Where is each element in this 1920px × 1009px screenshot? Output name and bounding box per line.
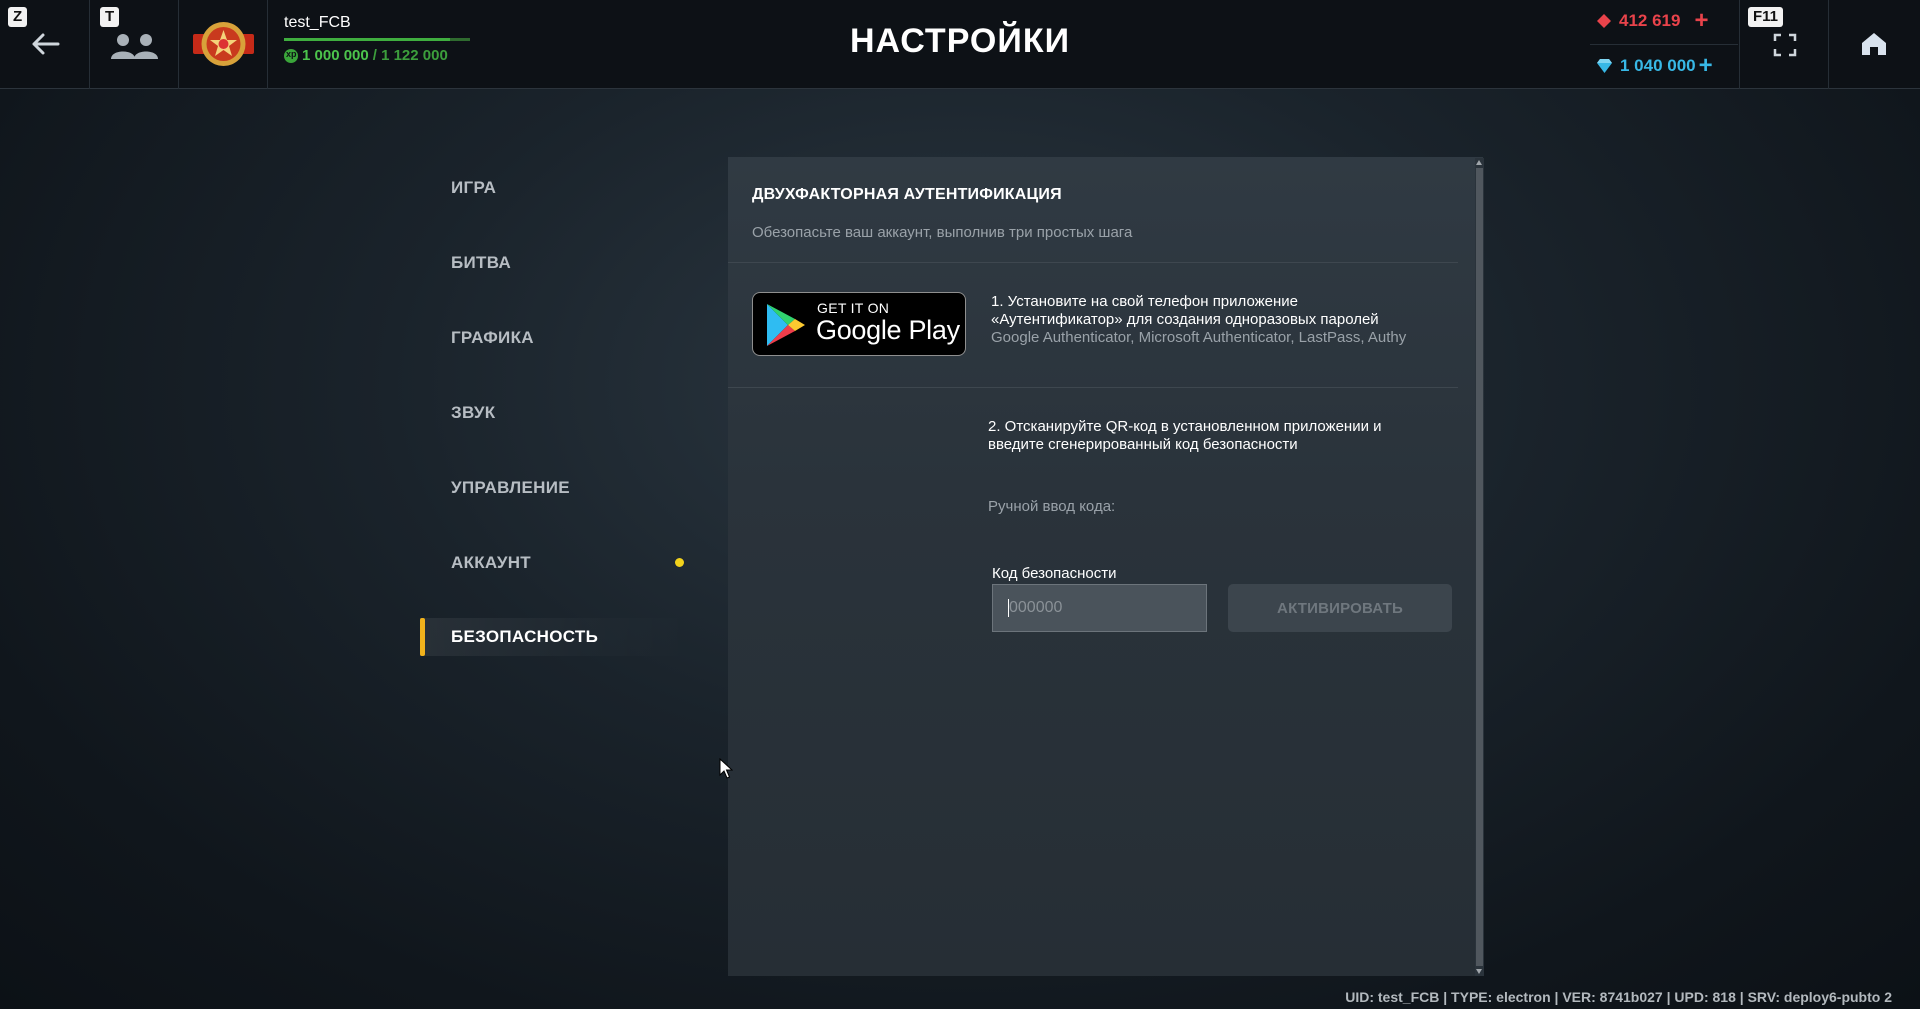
home-icon bbox=[1862, 33, 1886, 55]
step-2-line-1: 2. Отсканируйте QR-код в установленном п… bbox=[988, 418, 1382, 435]
xp-progress-bar bbox=[284, 38, 470, 41]
friends-button[interactable]: T bbox=[90, 0, 179, 89]
xp-current: 1 000 000 bbox=[302, 47, 369, 64]
back-hotkey: Z bbox=[8, 7, 28, 27]
top-bar: Z T test_FCB 1 000 000 / 1 122 000 bbox=[0, 0, 1920, 89]
menu-item-game[interactable]: ИГРА bbox=[420, 150, 690, 225]
fullscreen-button[interactable]: F11 bbox=[1739, 0, 1829, 89]
gold-add-button[interactable]: + bbox=[1694, 9, 1708, 33]
gold-icon bbox=[1597, 14, 1611, 28]
menu-item-controls[interactable]: УПРАВЛЕНИЕ bbox=[420, 450, 690, 525]
gems-balance: 1 040 000 + bbox=[1597, 54, 1713, 78]
gems-add-button[interactable]: + bbox=[1699, 54, 1713, 78]
google-play-button[interactable]: GET IT ON Google Play bbox=[752, 292, 966, 356]
step-1-text: 1. Установите на свой телефон приложение… bbox=[991, 293, 1451, 347]
player-info: test_FCB 1 000 000 / 1 122 000 bbox=[284, 14, 470, 64]
gem-icon bbox=[1597, 59, 1612, 73]
step-2-text: 2. Отсканируйте QR-код в установленном п… bbox=[988, 418, 1428, 454]
scroll-down-arrow-icon[interactable] bbox=[1476, 969, 1482, 974]
menu-item-battle[interactable]: БИТВА bbox=[420, 225, 690, 300]
step-1-line-1: 1. Установите на свой телефон приложение bbox=[991, 293, 1299, 310]
gold-balance: 412 619 + bbox=[1597, 9, 1708, 33]
gems-value: 1 040 000 bbox=[1620, 56, 1696, 75]
manual-entry-label: Ручной ввод кода: bbox=[988, 498, 1116, 515]
gold-value: 412 619 bbox=[1619, 11, 1681, 30]
menu-item-label: УПРАВЛЕНИЕ bbox=[451, 477, 570, 497]
xp-max: / 1 122 000 bbox=[372, 47, 448, 64]
menu-item-security[interactable]: БЕЗОПАСНОСТЬ bbox=[420, 618, 690, 656]
activate-button[interactable]: АКТИВИРОВАТЬ bbox=[1228, 584, 1452, 632]
build-info: UID: test_FCB | TYPE: electron | VER: 87… bbox=[1345, 989, 1892, 1005]
menu-item-label: ГРАФИКА bbox=[451, 327, 534, 347]
step-1-line-2: «Аутентификатор» для создания одноразовы… bbox=[991, 311, 1379, 328]
menu-item-label: БЕЗОПАСНОСТЬ bbox=[451, 627, 599, 646]
settings-menu: ИГРА БИТВА ГРАФИКА ЗВУК УПРАВЛЕНИЕ АККАУ… bbox=[420, 150, 690, 656]
menu-item-label: БИТВА bbox=[451, 252, 512, 272]
notification-dot bbox=[675, 558, 684, 567]
authenticator-apps: Google Authenticator, Microsoft Authenti… bbox=[991, 329, 1407, 346]
security-code-input[interactable] bbox=[992, 584, 1207, 632]
xp-progress-fill bbox=[284, 38, 450, 41]
divider bbox=[728, 387, 1458, 388]
fullscreen-hotkey: F11 bbox=[1748, 7, 1784, 27]
rank-button[interactable] bbox=[179, 0, 268, 89]
menu-item-label: АККАУНТ bbox=[451, 552, 531, 572]
currency-divider bbox=[1590, 44, 1738, 45]
text-caret bbox=[1008, 599, 1009, 617]
mouse-cursor-icon bbox=[719, 758, 733, 779]
security-code-label: Код безопасности bbox=[992, 565, 1117, 582]
google-play-icon bbox=[767, 304, 805, 346]
friends-hotkey: T bbox=[100, 7, 120, 27]
home-button[interactable] bbox=[1829, 0, 1920, 89]
rank-emblem-icon bbox=[193, 22, 254, 66]
fullscreen-icon bbox=[1773, 33, 1797, 57]
google-play-big-text: Google Play bbox=[816, 315, 960, 345]
scroll-up-arrow-icon[interactable] bbox=[1476, 160, 1482, 165]
back-arrow-icon bbox=[32, 33, 60, 55]
security-panel: ДВУХФАКТОРНАЯ АУТЕНТИФИКАЦИЯ Обезопасьте… bbox=[728, 157, 1483, 976]
menu-item-sound[interactable]: ЗВУК bbox=[420, 375, 690, 450]
friends-icon bbox=[111, 34, 158, 59]
xp-icon bbox=[284, 48, 298, 63]
scrollbar-thumb[interactable] bbox=[1476, 168, 1483, 966]
menu-item-label: ИГРА bbox=[451, 177, 497, 197]
divider bbox=[728, 262, 1458, 263]
two-factor-title: ДВУХФАКТОРНАЯ АУТЕНТИФИКАЦИЯ bbox=[752, 186, 1062, 203]
step-2-line-2: введите сгенерированный код безопасности bbox=[988, 436, 1298, 453]
google-play-small-text: GET IT ON bbox=[817, 300, 890, 316]
panel-scrollbar[interactable] bbox=[1475, 158, 1484, 976]
player-name: test_FCB bbox=[284, 14, 351, 31]
two-factor-subtitle: Обезопасьте ваш аккаунт, выполнив три пр… bbox=[752, 224, 1133, 241]
back-button[interactable]: Z bbox=[0, 0, 90, 89]
menu-item-account[interactable]: АККАУНТ bbox=[420, 525, 690, 600]
menu-item-label: ЗВУК bbox=[451, 402, 496, 422]
xp-readout: 1 000 000 / 1 122 000 bbox=[284, 47, 470, 64]
menu-item-graphics[interactable]: ГРАФИКА bbox=[420, 300, 690, 375]
